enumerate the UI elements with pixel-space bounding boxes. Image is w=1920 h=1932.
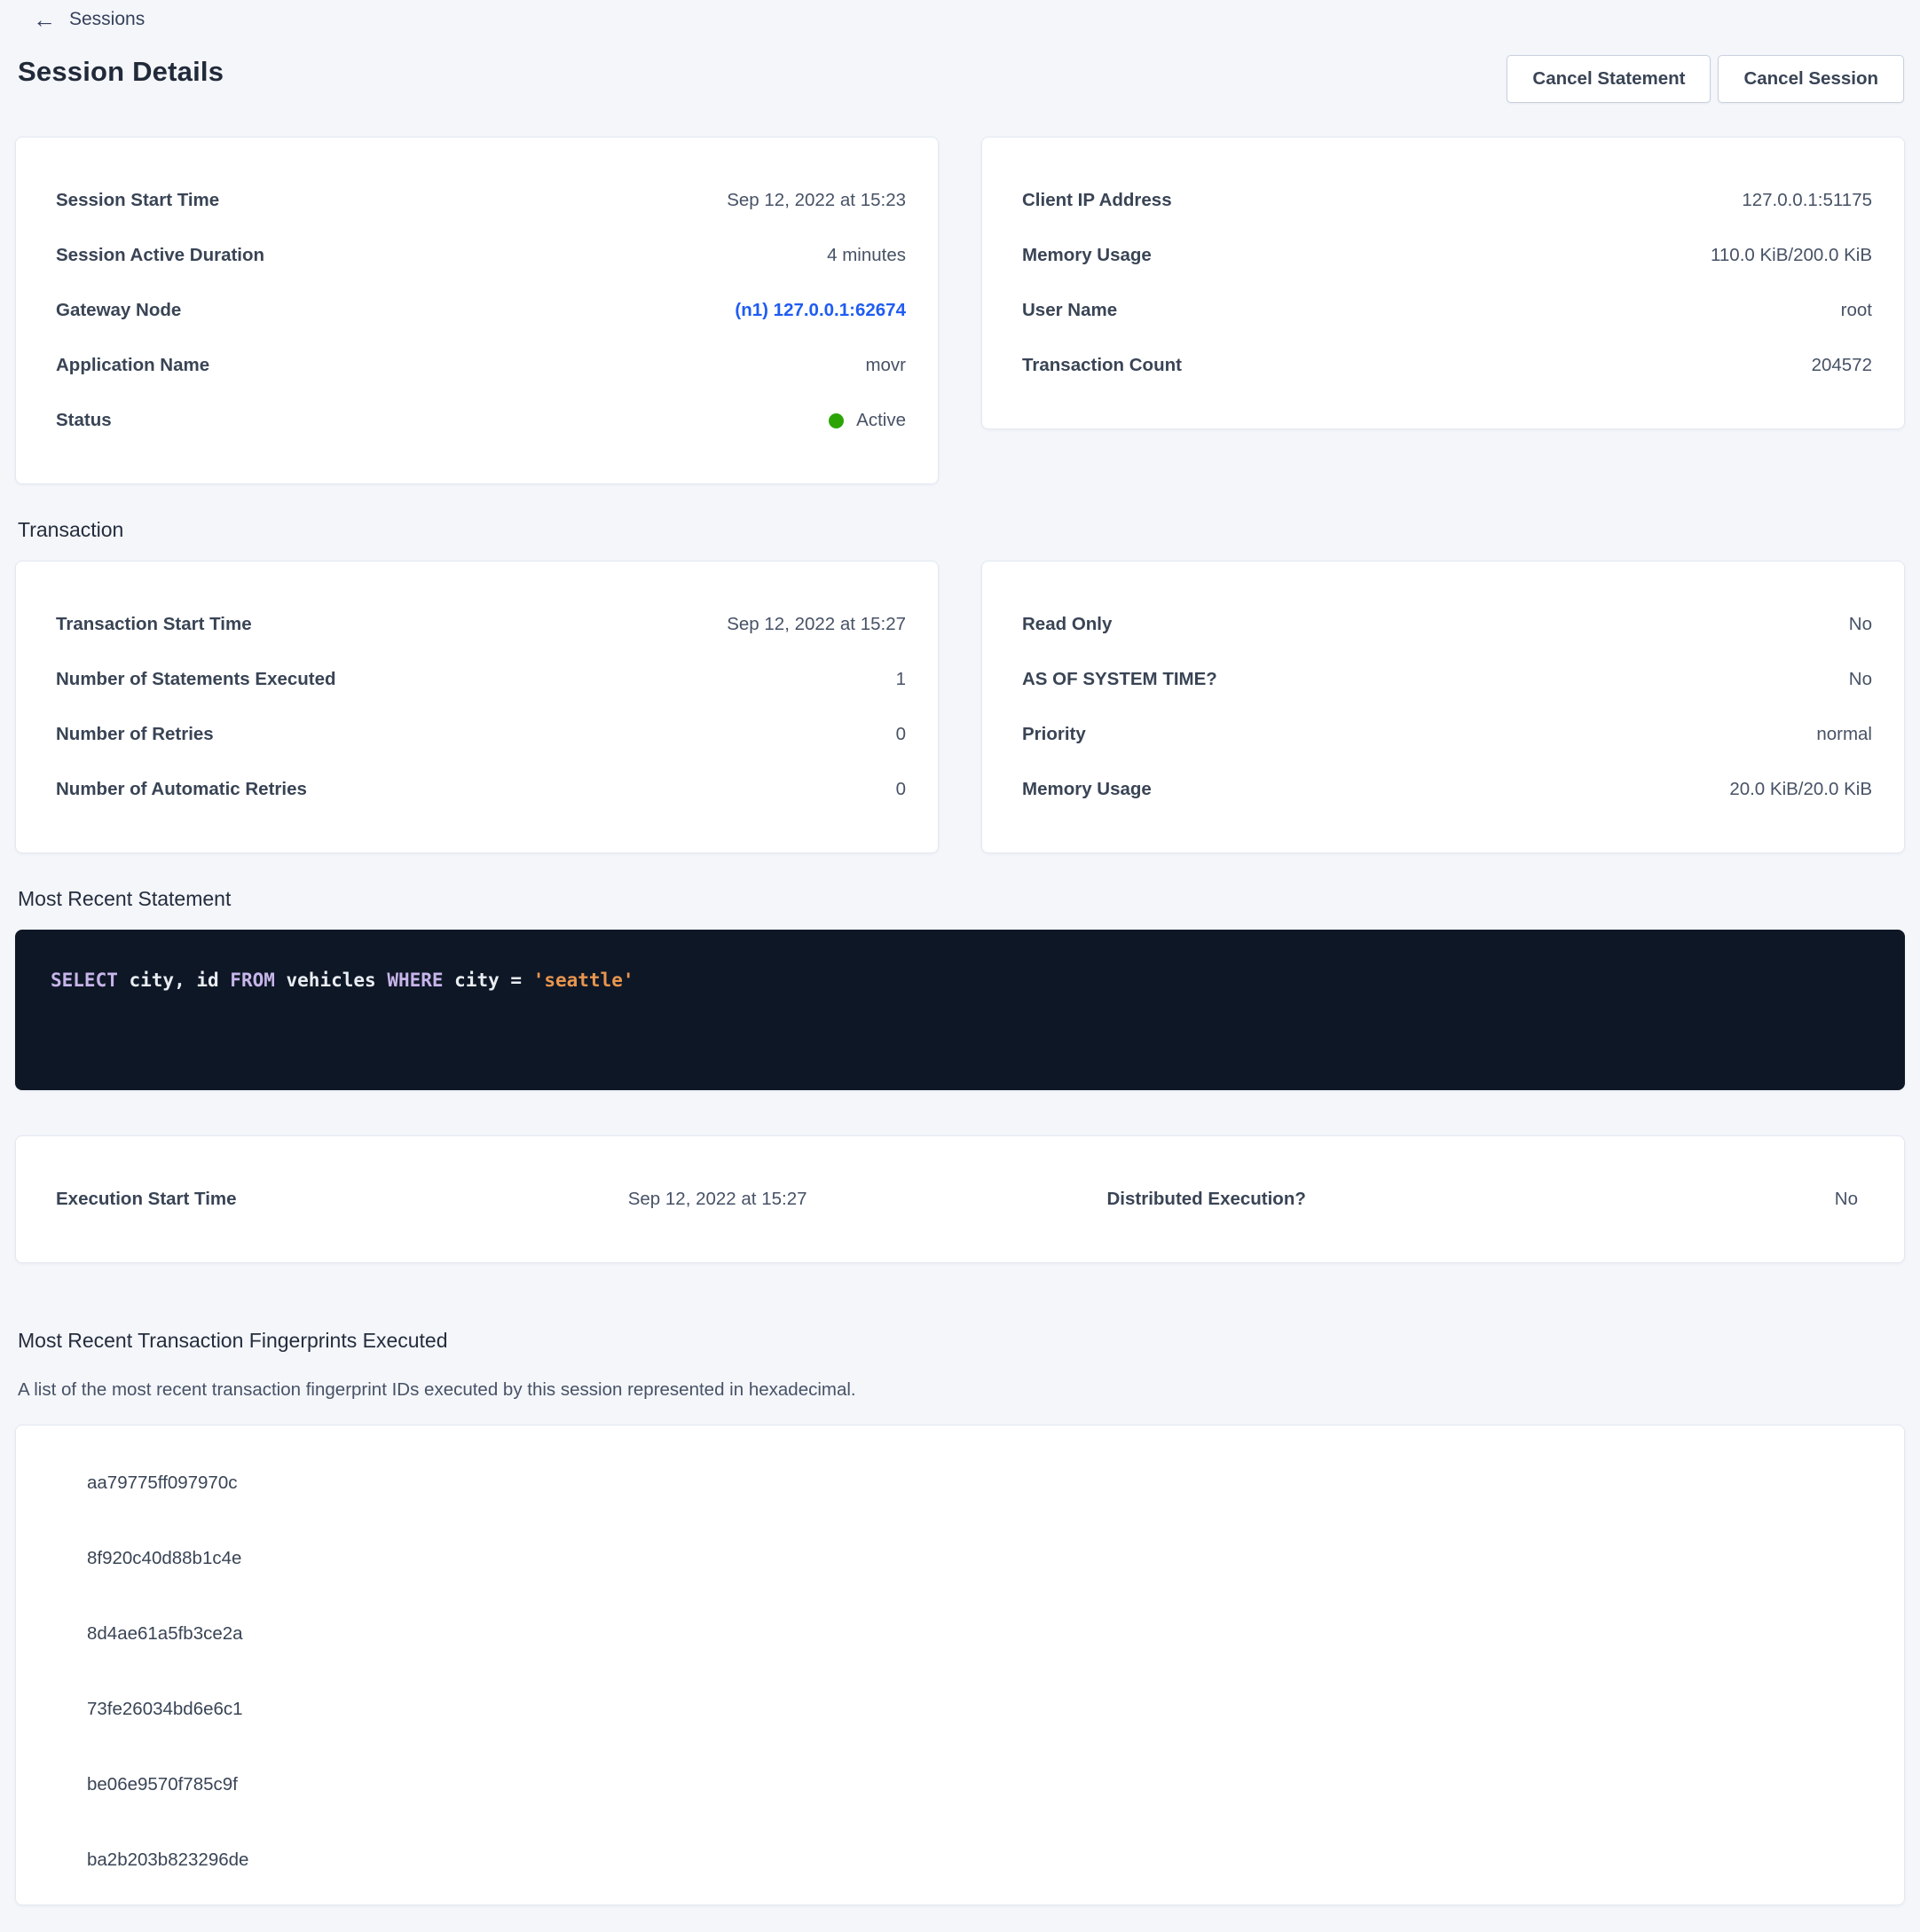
priority-row: Priority normal [1022,707,1872,762]
fingerprints-section-heading: Most Recent Transaction Fingerprints Exe… [18,1327,1905,1354]
client-ip-row: Client IP Address 127.0.0.1:51175 [1022,173,1872,228]
sql-statement: SELECT city, id FROM vehicles WHERE city… [51,967,1869,993]
session-summary-row: Session Start Time Sep 12, 2022 at 15:23… [15,137,1905,484]
fingerprints-description: A list of the most recent transaction fi… [18,1378,1905,1402]
read-only-label: Read Only [1022,614,1112,635]
sql-token: city, id [118,970,230,991]
distributed-execution-value: No [1835,1189,1858,1210]
session-memory-usage-value: 110.0 KiB/200.0 KiB [1711,245,1872,266]
back-link-label: Sessions [69,7,145,32]
session-summary-card-left: Session Start Time Sep 12, 2022 at 15:23… [15,137,939,484]
sql-token: 'seattle' [533,970,634,991]
gateway-node-row: Gateway Node (n1) 127.0.0.1:62674 [56,283,906,338]
execution-summary-card: Execution Start Time Sep 12, 2022 at 15:… [15,1135,1905,1263]
session-memory-usage-label: Memory Usage [1022,245,1152,266]
application-name-row: Application Name movr [56,338,906,393]
number-of-retries-value: 0 [896,724,906,745]
session-memory-usage-row: Memory Usage 110.0 KiB/200.0 KiB [1022,228,1872,283]
gateway-node-link[interactable]: (n1) 127.0.0.1:62674 [735,300,906,321]
execution-start-time-row: Execution Start Time Sep 12, 2022 at 15:… [56,1189,807,1210]
transaction-card-left: Transaction Start Time Sep 12, 2022 at 1… [15,561,939,853]
read-only-row: Read Only No [1022,597,1872,652]
cancel-session-button[interactable]: Cancel Session [1718,55,1904,103]
session-active-duration-label: Session Active Duration [56,245,264,266]
back-arrow-icon: ← [33,8,56,31]
as-of-system-time-label: AS OF SYSTEM TIME? [1022,669,1217,690]
status-value: Active [856,410,906,431]
priority-value: normal [1816,724,1872,745]
fingerprint-list-item: 73fe26034bd6e6c1 [87,1671,1864,1747]
session-details-page: ← Sessions Session Details Cancel Statem… [0,0,1920,1932]
transaction-card-right: Read Only No AS OF SYSTEM TIME? No Prior… [981,561,1905,853]
gateway-node-label: Gateway Node [56,300,181,321]
execution-start-time-label: Execution Start Time [56,1189,237,1210]
number-of-retries-row: Number of Retries 0 [56,707,906,762]
fingerprint-list-item: aa79775ff097970c [87,1445,1864,1520]
distributed-execution-row: Distributed Execution? No [1107,1189,1859,1210]
cancel-statement-button[interactable]: Cancel Statement [1507,55,1711,103]
automatic-retries-label: Number of Automatic Retries [56,779,307,800]
session-active-duration-row: Session Active Duration 4 minutes [56,228,906,283]
fingerprint-list-item: be06e9570f785c9f [87,1747,1864,1822]
status-active-dot-icon [829,413,844,428]
session-active-duration-value: 4 minutes [827,245,906,266]
fingerprint-list-item: 8d4ae61a5fb3ce2a [87,1596,1864,1671]
automatic-retries-value: 0 [896,779,906,800]
as-of-system-time-value: No [1849,669,1872,690]
sql-statement-box: SELECT city, id FROM vehicles WHERE city… [15,930,1905,1090]
header-actions: Cancel Statement Cancel Session [1507,55,1904,103]
application-name-value: movr [865,355,906,376]
distributed-execution-label: Distributed Execution? [1107,1189,1306,1210]
transaction-start-time-value: Sep 12, 2022 at 15:27 [727,614,906,635]
transaction-count-row: Transaction Count 204572 [1022,338,1872,393]
transaction-start-time-label: Transaction Start Time [56,614,252,635]
most-recent-statement-heading: Most Recent Statement [18,885,1905,912]
application-name-label: Application Name [56,355,209,376]
session-start-time-label: Session Start Time [56,190,219,211]
transaction-memory-usage-label: Memory Usage [1022,779,1152,800]
status-badge: Active [829,410,906,431]
sql-token: WHERE [387,970,443,991]
back-to-sessions-link[interactable]: ← Sessions [33,7,145,32]
transaction-section-heading: Transaction [18,516,1905,543]
statements-executed-row: Number of Statements Executed 1 [56,652,906,707]
transaction-start-time-row: Transaction Start Time Sep 12, 2022 at 1… [56,597,906,652]
sql-token: SELECT [51,970,118,991]
sql-token: FROM [230,970,275,991]
fingerprint-list-item: ba2b203b823296de [87,1822,1864,1897]
session-start-time-value: Sep 12, 2022 at 15:23 [727,190,906,211]
priority-label: Priority [1022,724,1086,745]
session-start-time-row: Session Start Time Sep 12, 2022 at 15:23 [56,173,906,228]
transaction-memory-usage-row: Memory Usage 20.0 KiB/20.0 KiB [1022,762,1872,817]
fingerprints-card: aa79775ff097970c 8f920c40d88b1c4e 8d4ae6… [15,1425,1905,1905]
execution-start-time-value: Sep 12, 2022 at 15:27 [628,1189,807,1210]
fingerprint-list-item: 8f920c40d88b1c4e [87,1520,1864,1596]
session-summary-card-right: Client IP Address 127.0.0.1:51175 Memory… [981,137,1905,429]
page-title: Session Details [18,55,224,89]
statements-executed-label: Number of Statements Executed [56,669,336,690]
transaction-count-label: Transaction Count [1022,355,1182,376]
transaction-count-value: 204572 [1812,355,1872,376]
client-ip-label: Client IP Address [1022,190,1172,211]
statements-executed-value: 1 [896,669,906,690]
status-label: Status [56,410,112,431]
user-name-value: root [1841,300,1872,321]
as-of-system-time-row: AS OF SYSTEM TIME? No [1022,652,1872,707]
transaction-memory-usage-value: 20.0 KiB/20.0 KiB [1729,779,1872,800]
sql-token: vehicles [275,970,387,991]
client-ip-value: 127.0.0.1:51175 [1742,190,1872,211]
transaction-summary-row: Transaction Start Time Sep 12, 2022 at 1… [15,561,1905,853]
sql-token: city = [444,970,533,991]
number-of-retries-label: Number of Retries [56,724,214,745]
user-name-label: User Name [1022,300,1117,321]
page-header: Session Details Cancel Statement Cancel … [15,55,1905,103]
automatic-retries-row: Number of Automatic Retries 0 [56,762,906,817]
status-row: Status Active [56,393,906,448]
user-name-row: User Name root [1022,283,1872,338]
read-only-value: No [1849,614,1872,635]
